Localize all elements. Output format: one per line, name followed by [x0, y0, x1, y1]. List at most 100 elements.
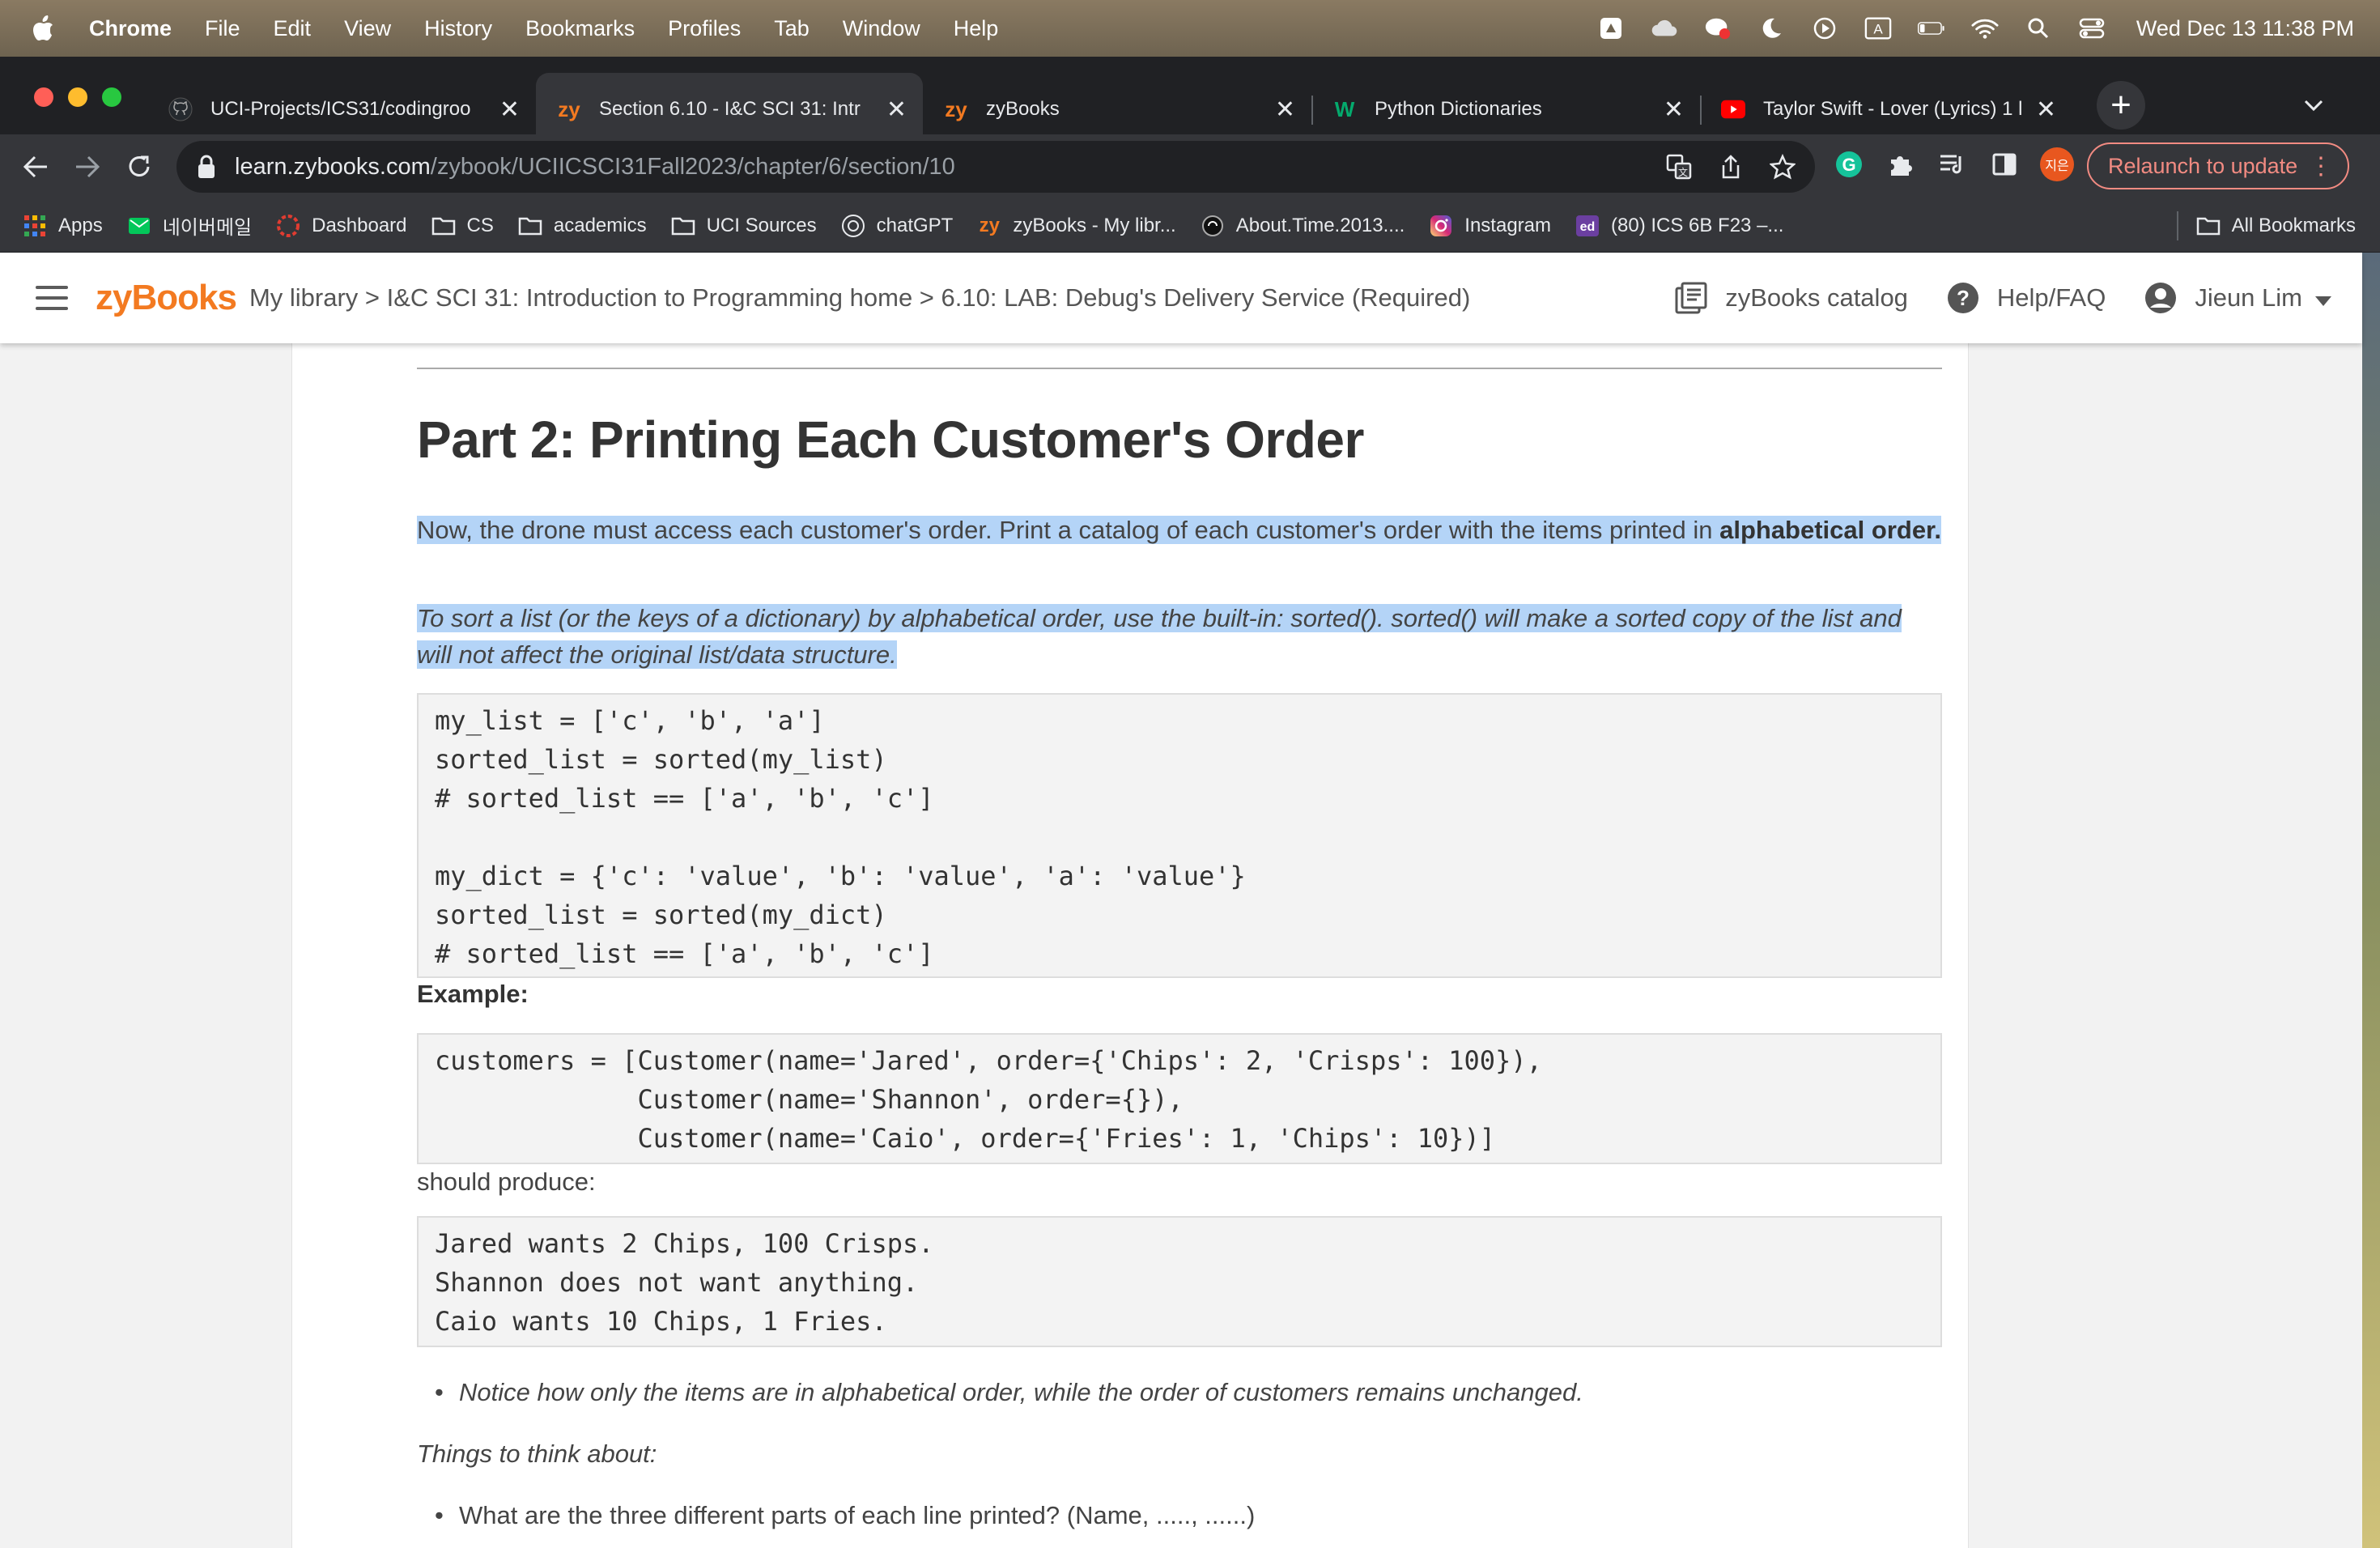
w3schools-icon: W: [1334, 96, 1355, 121]
tab-search-chevron-icon[interactable]: [2297, 89, 2330, 121]
help-faq-link[interactable]: ? Help/FAQ: [1947, 282, 2106, 314]
bookmark-folder-uci-sources[interactable]: UCI Sources: [671, 214, 817, 238]
translate-icon[interactable]: 文: [1664, 152, 1694, 181]
new-tab-button[interactable]: +: [2097, 81, 2145, 130]
input-source-icon[interactable]: A: [1864, 15, 1892, 42]
minimize-window-button[interactable]: [68, 87, 87, 107]
folder-icon: [671, 214, 695, 238]
menu-view[interactable]: View: [344, 16, 391, 41]
url-path: /zybook/UCIICSCI31Fall2023/chapter/6/sec…: [430, 153, 955, 180]
zybooks-catalog-link[interactable]: zyBooks catalog: [1675, 282, 1908, 314]
bookmark-about-time[interactable]: About.Time.2013....: [1201, 214, 1405, 238]
menu-help[interactable]: Help: [954, 16, 999, 41]
drive-icon[interactable]: [1597, 15, 1625, 42]
bookmark-label: Apps: [58, 214, 103, 236]
forward-arrow-icon[interactable]: [70, 149, 105, 185]
bookmark-label: 네이버메일: [162, 217, 253, 239]
zybooks-icon: zy: [945, 96, 967, 121]
control-center-icon[interactable]: [2078, 15, 2106, 42]
svg-text:A: A: [1873, 22, 1883, 37]
section-divider: [417, 368, 1942, 369]
side-panel-icon[interactable]: [1988, 148, 2021, 181]
bookmark-folder-academics[interactable]: academics: [518, 214, 647, 238]
hamburger-menu-icon[interactable]: [36, 286, 68, 310]
catalog-label: zyBooks catalog: [1725, 283, 1908, 312]
url-text: learn.zybooks.com/zybook/UCIICSCI31Fall2…: [235, 154, 955, 181]
menubar-clock[interactable]: Wed Dec 13 11:38 PM: [2136, 16, 2354, 41]
moon-icon[interactable]: [1757, 15, 1785, 42]
caret-down-icon: [2315, 283, 2331, 313]
bookmark-zybooks[interactable]: zy zyBooks - My libr...: [977, 214, 1176, 238]
expected-output-block: Jared wants 2 Chips, 100 Crisps. Shannon…: [417, 1216, 1942, 1347]
bookmark-instagram[interactable]: Instagram: [1429, 214, 1551, 238]
menu-profiles[interactable]: Profiles: [668, 16, 741, 41]
menu-tab[interactable]: Tab: [774, 16, 810, 41]
play-circle-icon[interactable]: [1811, 15, 1838, 42]
tab-title: UCI-Projects/ICS31/codingroo: [210, 98, 471, 120]
bookmark-chatgpt[interactable]: chatGPT: [841, 214, 953, 238]
things-to-think-label: Things to think about:: [417, 1440, 657, 1468]
bookmark-naver-mail[interactable]: 네이버메일: [127, 211, 252, 240]
bookmark-label: zyBooks - My libr...: [1013, 214, 1176, 236]
folder-icon: [431, 214, 456, 238]
bookmark-label: (80) ICS 6B F23 –...: [1611, 214, 1784, 236]
menu-window[interactable]: Window: [843, 16, 920, 41]
tab-close-icon[interactable]: ✕: [499, 96, 520, 124]
cloud-icon[interactable]: [1651, 15, 1678, 42]
bookmark-apps[interactable]: Apps: [23, 214, 103, 238]
dashboard-icon: [276, 214, 300, 238]
breadcrumb[interactable]: My library > I&C SCI 31: Introduction to…: [249, 283, 1470, 313]
tab-close-icon[interactable]: ✕: [1275, 96, 1295, 124]
extensions-puzzle-icon[interactable]: [1885, 148, 1917, 181]
youtube-icon: [1721, 97, 1745, 121]
menu-edit[interactable]: Edit: [274, 16, 312, 41]
tab-title: Section 6.10 - I&C SCI 31: Intr: [599, 98, 861, 120]
customers-code-example: customers = [Customer(name='Jared', orde…: [417, 1033, 1942, 1164]
menu-history[interactable]: History: [424, 16, 492, 41]
sorted-tip-text: To sort a list (or the keys of a diction…: [417, 604, 1902, 669]
wifi-icon[interactable]: [1971, 15, 1999, 42]
library-books-icon: [1675, 282, 1707, 314]
reload-icon[interactable]: [121, 149, 157, 185]
bookmark-star-icon[interactable]: [1768, 152, 1797, 181]
instagram-icon: [1429, 214, 1453, 238]
reading-list-icon[interactable]: [1936, 148, 1969, 181]
zoom-window-button[interactable]: [102, 87, 121, 107]
window-controls: [34, 87, 121, 107]
part2-heading: Part 2: Printing Each Customer's Order: [417, 410, 1364, 469]
tab-title: Taylor Swift - Lover (Lyrics) 1 l: [1763, 98, 2023, 120]
svg-text:ed: ed: [1580, 220, 1596, 234]
tab-close-icon[interactable]: ✕: [886, 96, 907, 124]
desktop-wallpaper-edge: [2362, 253, 2380, 1548]
bookmarks-divider: [2176, 211, 2178, 240]
share-icon[interactable]: [1716, 152, 1745, 181]
relaunch-to-update-button[interactable]: Relaunch to update ⋮: [2087, 142, 2349, 189]
bookmark-ed-ics6b[interactable]: ed (80) ICS 6B F23 –...: [1575, 214, 1783, 238]
lock-icon[interactable]: [196, 154, 217, 180]
menu-app-chrome[interactable]: Chrome: [89, 16, 172, 41]
instruction-paragraph: Now, the drone must access each customer…: [417, 512, 1942, 548]
folder-icon: [2196, 214, 2221, 238]
apps-grid-icon: [23, 214, 47, 238]
user-menu[interactable]: Jieun Lim: [2144, 282, 2331, 314]
tab-close-icon[interactable]: ✕: [1664, 96, 1684, 124]
profile-avatar[interactable]: 지은: [2040, 147, 2074, 181]
chat-bubble-icon[interactable]: [1704, 15, 1732, 42]
browser-toolbar: learn.zybooks.com/zybook/UCIICSCI31Fall2…: [0, 134, 2380, 199]
back-arrow-icon[interactable]: [18, 149, 53, 185]
close-window-button[interactable]: [34, 87, 53, 107]
bookmark-folder-cs[interactable]: CS: [431, 214, 494, 238]
all-bookmarks-button[interactable]: All Bookmarks: [2196, 214, 2356, 238]
menu-file[interactable]: File: [205, 16, 240, 41]
tab-close-icon[interactable]: ✕: [2036, 96, 2056, 124]
spotlight-search-icon[interactable]: [2025, 15, 2052, 42]
address-bar[interactable]: learn.zybooks.com/zybook/UCIICSCI31Fall2…: [176, 141, 1815, 193]
bookmark-dashboard[interactable]: Dashboard: [276, 214, 407, 238]
zybooks-icon: zy: [558, 96, 580, 121]
apple-logo-icon[interactable]: [31, 15, 55, 42]
menu-bookmarks[interactable]: Bookmarks: [525, 16, 635, 41]
zybooks-logo[interactable]: zyBooks: [96, 278, 237, 318]
grammarly-icon[interactable]: G: [1833, 148, 1865, 181]
kebab-menu-icon[interactable]: ⋮: [2309, 152, 2333, 181]
battery-icon[interactable]: [1917, 15, 1945, 42]
